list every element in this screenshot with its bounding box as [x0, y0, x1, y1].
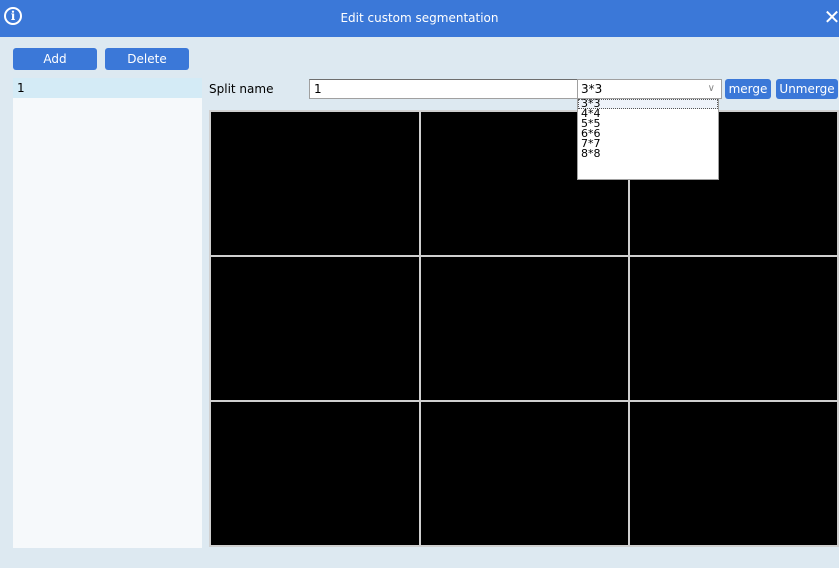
grid-cell[interactable] — [210, 256, 420, 401]
grid-cell[interactable] — [420, 401, 629, 546]
delete-button[interactable]: Delete — [105, 48, 189, 70]
segmentation-grid — [209, 110, 839, 547]
split-name-label: Split name — [209, 82, 274, 96]
close-icon[interactable]: ✕ — [823, 5, 839, 29]
dropdown-option[interactable]: 8*8 — [578, 148, 718, 159]
window-title: Edit custom segmentation — [340, 11, 499, 25]
list-item[interactable]: 1 — [13, 78, 202, 98]
layout-select-value: 3*3 — [581, 82, 603, 96]
grid-cell[interactable] — [210, 111, 420, 256]
title-bar: i Edit custom segmentation ✕ — [0, 0, 839, 37]
segment-list: 1 — [13, 78, 202, 548]
layout-dropdown-list: 3*3 4*4 5*5 6*6 7*7 8*8 — [577, 98, 719, 180]
add-button[interactable]: Add — [13, 48, 97, 70]
grid-cell[interactable] — [629, 401, 838, 546]
merge-button[interactable]: merge — [725, 79, 771, 99]
grid-cell[interactable] — [210, 401, 420, 546]
layout-select[interactable]: 3*3 ∨ — [577, 79, 722, 99]
grid-cell[interactable] — [420, 256, 629, 401]
split-name-input[interactable]: 1 — [309, 79, 578, 99]
grid-cell[interactable] — [629, 256, 838, 401]
unmerge-button[interactable]: Unmerge — [776, 79, 838, 99]
chevron-down-icon: ∨ — [707, 83, 715, 94]
